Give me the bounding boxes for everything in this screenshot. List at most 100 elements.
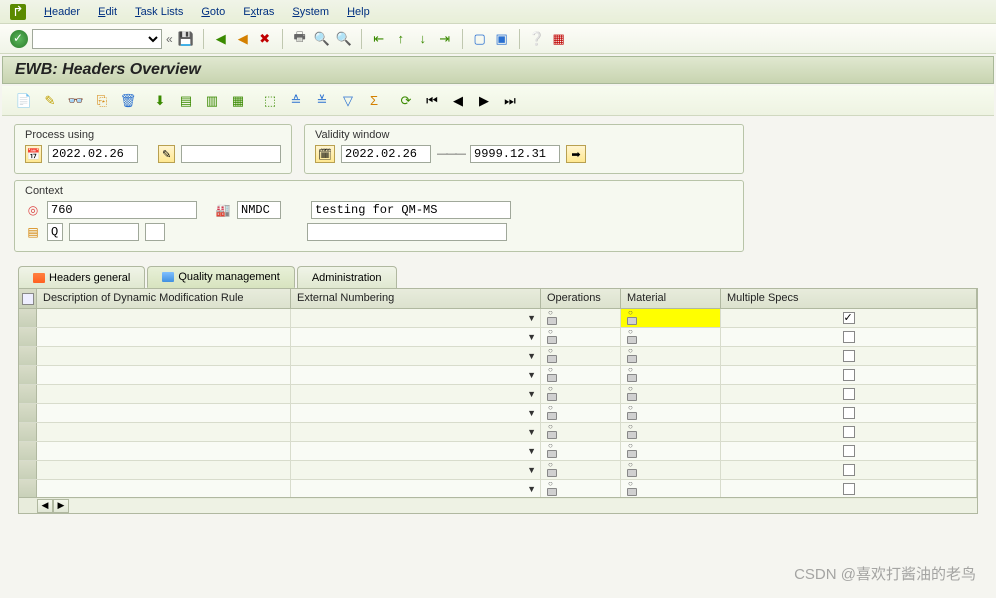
menu-tasklists[interactable]: Task Lists — [135, 6, 183, 18]
checkbox[interactable] — [843, 483, 855, 495]
checkbox[interactable] — [843, 426, 855, 438]
cell-ext-numbering[interactable]: ▼ — [291, 328, 541, 346]
find-next-icon[interactable]: 🔍 — [335, 30, 353, 48]
scroll-left-icon[interactable]: « — [166, 32, 173, 46]
cell-operations[interactable] — [541, 480, 621, 497]
dropdown-icon[interactable]: ▼ — [527, 313, 536, 323]
cell-material[interactable] — [621, 366, 721, 384]
sort-asc-icon[interactable]: ≙ — [286, 92, 306, 110]
table-row[interactable]: ▼ — [19, 423, 977, 442]
menu-help[interactable]: Help — [347, 6, 370, 18]
cell-operations[interactable] — [541, 442, 621, 460]
cell-dyn-mod-rule[interactable] — [37, 328, 291, 346]
new-session-icon[interactable]: ▢ — [471, 30, 489, 48]
cell-multiple-specs[interactable] — [721, 461, 977, 479]
dropdown-icon[interactable]: ▼ — [527, 484, 536, 494]
table-row[interactable]: ▼ — [19, 442, 977, 461]
table-row[interactable]: ▼ — [19, 309, 977, 328]
enter-icon[interactable] — [10, 30, 28, 48]
first-page-icon[interactable]: ⇤ — [370, 30, 388, 48]
dropdown-icon[interactable]: ▼ — [527, 389, 536, 399]
help-icon[interactable]: ❔ — [528, 30, 546, 48]
cell-material[interactable] — [621, 461, 721, 479]
checkbox[interactable] — [843, 464, 855, 476]
table-row[interactable]: ▼ — [19, 328, 977, 347]
scroll-right-btn[interactable]: ▶ — [53, 499, 69, 513]
dropdown-icon[interactable]: ▼ — [527, 446, 536, 456]
checkbox[interactable] — [843, 407, 855, 419]
change-number-icon[interactable]: ✎ — [158, 145, 175, 163]
filter-icon[interactable]: ▽ — [338, 92, 358, 110]
tool3-icon[interactable]: ▦ — [228, 92, 248, 110]
checkbox[interactable] — [843, 312, 855, 324]
cell-dyn-mod-rule[interactable] — [37, 366, 291, 384]
cell-operations[interactable] — [541, 309, 621, 327]
export-icon[interactable]: ⬇ — [150, 92, 170, 110]
row-selector[interactable] — [19, 423, 37, 441]
tab-administration[interactable]: Administration — [297, 266, 397, 288]
row-selector[interactable] — [19, 442, 37, 460]
glasses-icon[interactable]: 👓 — [66, 92, 86, 110]
cell-dyn-mod-rule[interactable] — [37, 423, 291, 441]
cell-ext-numbering[interactable]: ▼ — [291, 347, 541, 365]
row-selector[interactable] — [19, 366, 37, 384]
tool1-icon[interactable]: ▤ — [176, 92, 196, 110]
col-operations[interactable]: Operations — [541, 289, 621, 308]
col-multiple-specs[interactable]: Multiple Specs — [721, 289, 977, 308]
cell-multiple-specs[interactable] — [721, 328, 977, 346]
checkbox[interactable] — [843, 331, 855, 343]
dropdown-icon[interactable]: ▼ — [527, 427, 536, 437]
layout-icon[interactable]: ▦ — [550, 30, 568, 48]
cell-dyn-mod-rule[interactable] — [37, 347, 291, 365]
cell-ext-numbering[interactable]: ▼ — [291, 480, 541, 497]
table-row[interactable]: ▼ — [19, 347, 977, 366]
cell-material[interactable] — [621, 385, 721, 403]
table-row[interactable]: ▼ — [19, 366, 977, 385]
menu-header[interactable]: Header — [44, 6, 80, 18]
cell-multiple-specs[interactable] — [721, 366, 977, 384]
context-group-input[interactable] — [47, 201, 197, 219]
dropdown-icon[interactable]: ▼ — [527, 332, 536, 342]
nav-first-icon[interactable]: ⏮ — [422, 92, 442, 110]
menu-edit[interactable]: Edit — [98, 6, 117, 18]
cell-multiple-specs[interactable] — [721, 347, 977, 365]
row-selector[interactable] — [19, 347, 37, 365]
shortcut-icon[interactable]: ▣ — [493, 30, 511, 48]
cell-dyn-mod-rule[interactable] — [37, 480, 291, 497]
dropdown-icon[interactable]: ▼ — [527, 351, 536, 361]
row-selector[interactable] — [19, 404, 37, 422]
sort-desc-icon[interactable]: ≚ — [312, 92, 332, 110]
col-material[interactable]: Material — [621, 289, 721, 308]
last-page-icon[interactable]: ⇥ — [436, 30, 454, 48]
cell-material[interactable] — [621, 442, 721, 460]
create-icon[interactable]: 📄 — [14, 92, 34, 110]
cell-ext-numbering[interactable]: ▼ — [291, 461, 541, 479]
select-all-cell[interactable] — [19, 289, 37, 308]
cell-material[interactable] — [621, 404, 721, 422]
prev-page-icon[interactable]: ↑ — [392, 30, 410, 48]
date-pick-icon[interactable]: 📅 — [25, 145, 42, 163]
cell-dyn-mod-rule[interactable] — [37, 461, 291, 479]
cell-material[interactable] — [621, 423, 721, 441]
checkbox[interactable] — [843, 350, 855, 362]
validity-pick-icon[interactable]: 🗓 — [315, 145, 335, 163]
cell-multiple-specs[interactable] — [721, 480, 977, 497]
copy-icon[interactable]: ⎘ — [92, 92, 112, 110]
find-icon[interactable]: 🔍 — [313, 30, 331, 48]
total-icon[interactable]: Σ — [364, 92, 384, 110]
print-icon[interactable]: 🖶 — [291, 30, 309, 48]
row-selector[interactable] — [19, 309, 37, 327]
cell-ext-numbering[interactable]: ▼ — [291, 423, 541, 441]
table-row[interactable]: ▼ — [19, 385, 977, 404]
command-field[interactable] — [32, 29, 162, 49]
cell-dyn-mod-rule[interactable] — [37, 309, 291, 327]
cell-material[interactable] — [621, 480, 721, 497]
menu-system[interactable]: System — [292, 6, 329, 18]
cell-multiple-specs[interactable] — [721, 385, 977, 403]
cell-material[interactable] — [621, 347, 721, 365]
h-scrollbar[interactable]: ◀ ▶ — [19, 497, 977, 513]
table-row[interactable]: ▼ — [19, 461, 977, 480]
sap-menu-icon[interactable] — [10, 4, 26, 20]
cell-material[interactable] — [621, 309, 721, 327]
cell-ext-numbering[interactable]: ▼ — [291, 309, 541, 327]
